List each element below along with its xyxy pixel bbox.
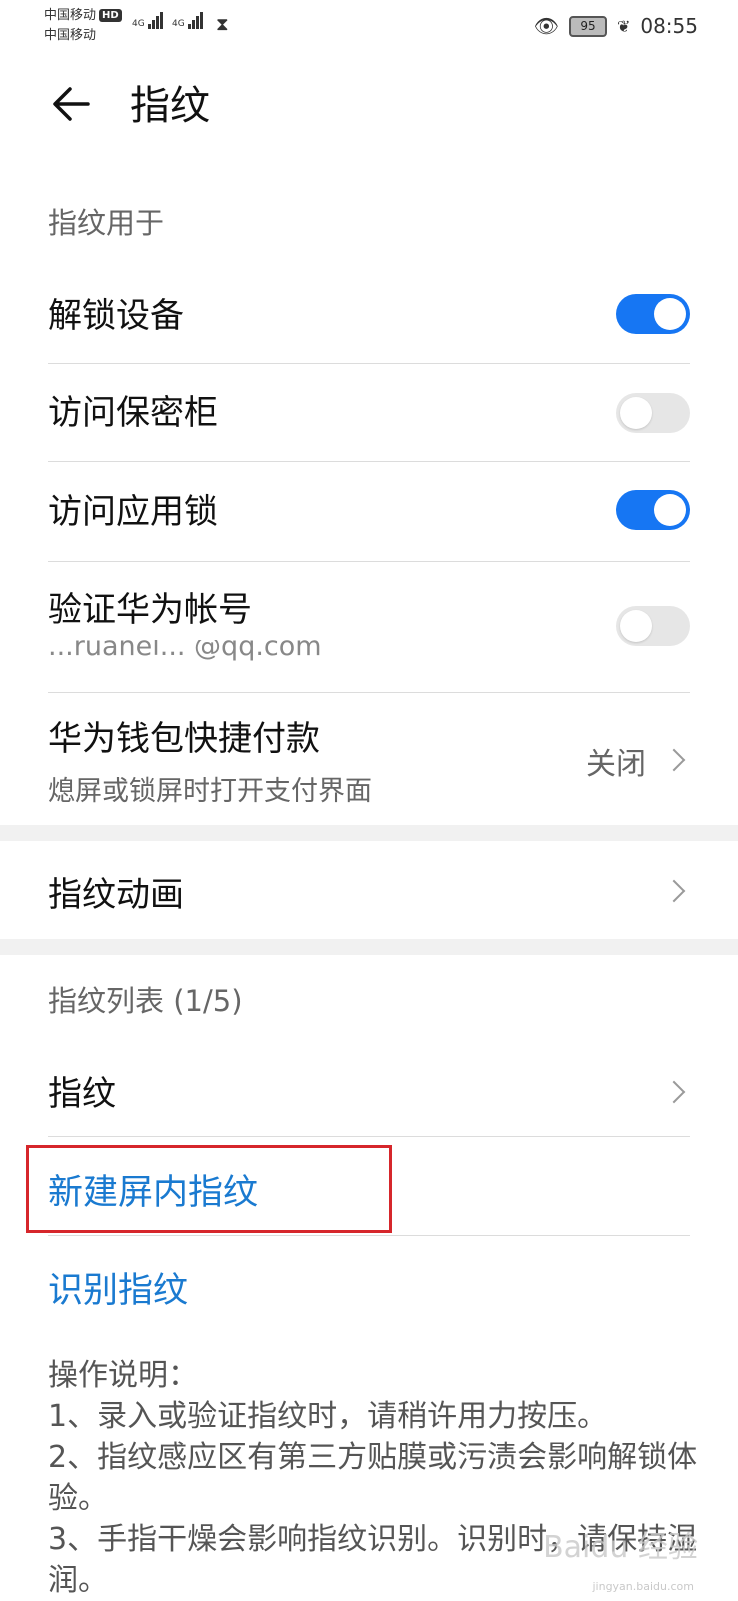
account-email: ...ruanel... @qq.com: [48, 640, 322, 662]
chevron-right-icon: [662, 1080, 686, 1104]
chevron-right-icon: [662, 879, 686, 903]
divider: [48, 1136, 690, 1137]
back-arrow-icon: [53, 87, 90, 121]
divider: [48, 363, 690, 364]
hd-badge: HD: [99, 9, 122, 22]
hourglass-icon: ⧗: [216, 14, 229, 35]
toggle-app-lock[interactable]: [616, 490, 690, 530]
section-label-usage: 指纹用于: [48, 206, 165, 240]
toggle-knob: [620, 397, 652, 429]
page-title: 指纹: [130, 83, 210, 129]
divider: [48, 461, 690, 462]
network-type-1: 4G: [132, 19, 145, 29]
toggle-huawei-account[interactable]: [616, 606, 690, 646]
status-right: 👁 95 ❦ 08:55: [534, 14, 698, 38]
section-gap: [0, 939, 738, 955]
row-label: 访问保密柜: [48, 393, 218, 433]
row-label: 华为钱包快捷付款: [48, 719, 320, 759]
network-type-2: 4G: [172, 19, 185, 29]
row-label: 指纹: [48, 1074, 116, 1114]
leaf-icon: ❦: [616, 16, 631, 36]
signal-2-icon: 4G: [172, 12, 204, 29]
identify-fingerprint-link[interactable]: 识别指纹: [48, 1262, 188, 1313]
wallet-value: 关闭: [586, 747, 646, 782]
row-wallet-quick-pay[interactable]: 华为钱包快捷付款 熄屏或锁屏时打开支付界面 关闭: [48, 697, 690, 821]
baidu-watermark: Baidu 经验: [543, 1530, 698, 1565]
divider: [48, 561, 690, 562]
divider: [48, 692, 690, 693]
signal-1-icon: 4G: [132, 12, 164, 29]
instructions-heading: 操作说明：: [48, 1358, 198, 1393]
row-label: 访问应用锁: [48, 492, 218, 532]
section-label-list: 指纹列表 (1/5): [48, 984, 243, 1018]
row-label: 指纹动画: [48, 875, 184, 915]
app-header: 指纹: [0, 60, 738, 160]
row-huawei-account[interactable]: 验证华为帐号 ...ruanel... @qq.com: [48, 566, 690, 692]
clock: 08:55: [640, 14, 698, 38]
section-gap: [0, 825, 738, 841]
toggle-knob: [654, 494, 686, 526]
carrier-1: 中国移动: [44, 8, 97, 23]
row-fingerprint-animation[interactable]: 指纹动画: [48, 841, 690, 939]
carrier-info: 中国移动 HD 中国移动: [44, 6, 122, 46]
instruction-2: 2、指纹感应区有第三方贴膜或污渍会影响解锁体验。: [48, 1440, 698, 1516]
row-sublabel: 熄屏或锁屏时打开支付界面: [48, 776, 372, 807]
row-fingerprint-1[interactable]: 指纹: [48, 1040, 690, 1136]
battery-icon: 95: [568, 15, 607, 37]
toggle-knob: [654, 298, 686, 330]
chevron-right-icon: [662, 748, 686, 772]
carrier-2: 中国移动: [44, 28, 97, 43]
toggle-knob: [620, 610, 652, 642]
divider: [48, 1235, 690, 1236]
status-bar: 中国移动 HD 中国移动 4G 4G ⧗ 👁 95 ❦ 08:55: [0, 0, 738, 60]
row-label: 解锁设备: [48, 296, 184, 336]
highlight-box: [26, 1145, 392, 1233]
eye-comfort-icon: 👁: [533, 14, 559, 38]
instruction-1: 1、录入或验证指纹时，请稍许用力按压。: [48, 1399, 608, 1434]
back-button[interactable]: [50, 82, 94, 126]
row-app-lock[interactable]: 访问应用锁: [48, 466, 690, 560]
watermark-url: jingyan.baidu.com: [592, 1580, 694, 1593]
row-label: 验证华为帐号: [48, 590, 252, 630]
toggle-unlock-device[interactable]: [616, 294, 690, 334]
toggle-access-safe[interactable]: [616, 393, 690, 433]
row-access-safe[interactable]: 访问保密柜: [48, 367, 690, 461]
row-unlock-device[interactable]: 解锁设备: [48, 270, 690, 360]
